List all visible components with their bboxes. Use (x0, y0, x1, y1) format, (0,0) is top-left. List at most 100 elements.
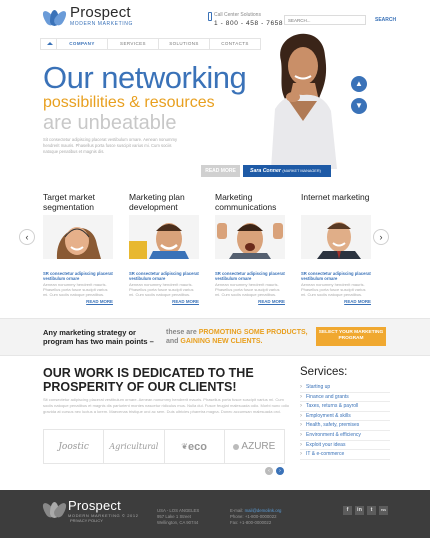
page: Prospect MODERN MARKETING Call Center So… (0, 0, 430, 538)
select-program-button[interactable]: SELECT YOUR MARKETING PROGRAM (316, 327, 386, 346)
leaf-icon: ❦ (181, 442, 188, 451)
hero-tagline: are unbeatable (43, 112, 177, 134)
fax-text: Fax: +1-800-0000022 (230, 520, 272, 525)
hero-body: Sit consectetur adipiscing placerat vest… (43, 137, 178, 154)
logo-tagline: MODERN MARKETING (70, 21, 133, 27)
column-text: Aenean nonummy hendrerit mauris. Phasell… (215, 282, 280, 297)
banner-question-text: Any marketing strategy or program has tw… (43, 328, 154, 346)
nav-company[interactable]: COMPANY (57, 39, 108, 49)
hero-woman-photo (271, 33, 337, 169)
call-label: Call Center Solutions (214, 12, 261, 18)
carousel-prev-button[interactable]: ‹ (19, 229, 35, 245)
partner-logo-text: eco (187, 440, 207, 453)
footer-logo-name: Prospect (68, 498, 121, 513)
partner-logo-eco[interactable]: ❦ eco (165, 430, 225, 463)
logos-next-button[interactable]: › (276, 467, 284, 475)
phone-icon (208, 12, 212, 21)
banner-answer-3: and (166, 338, 179, 345)
partner-logos: Joostic Agricultural ❦ eco AZURE (43, 429, 285, 464)
column-title: Marketing communications (215, 192, 277, 212)
column-read-more[interactable]: READ MORE (215, 299, 285, 304)
service-link[interactable]: Finance and grants (300, 393, 390, 403)
rss-icon[interactable]: rss (379, 506, 388, 515)
column-title: Internet marketing (301, 192, 370, 202)
column-text: Aenean nonummy hendrerit mauris. Phasell… (301, 282, 366, 297)
woman-headset-photo (43, 215, 113, 259)
dedicated-text: Sit consectetur adipiscing placerat vest… (43, 397, 289, 414)
column-title: Target market segmentation (43, 192, 95, 212)
column-text: Aenean nonummy hendrerit mauris. Phasell… (129, 282, 194, 297)
twitter-icon[interactable]: t (367, 506, 376, 515)
column-read-more[interactable]: READ MORE (301, 299, 371, 304)
partner-logo-text: Agricultural (109, 442, 159, 451)
partner-logo-azure[interactable]: AZURE (225, 430, 284, 463)
slider-down-button[interactable]: ▼ (351, 98, 367, 114)
footer-address: USA - LOS ANGELES 957 Lake 1 Street Well… (157, 508, 199, 526)
service-column-2: Marketing plan development SR consectetu… (129, 192, 199, 304)
caption-name: Sara Conner (250, 168, 281, 174)
excited-man-photo (215, 215, 285, 259)
column-lead: SR consectetur adipiscing placerat vesti… (43, 271, 113, 281)
services-list: Starting up Finance and grants Taxes, re… (300, 383, 390, 460)
partner-logo-text: Joostic (58, 441, 89, 452)
carousel-next-button[interactable]: › (373, 229, 389, 245)
caption-role: (MARKET MANAGER) (282, 169, 321, 173)
logo[interactable]: Prospect MODERN MARKETING (40, 4, 133, 27)
service-link[interactable]: Health, safety, premises (300, 421, 390, 431)
logos-prev-button[interactable]: ‹ (265, 467, 273, 475)
service-link[interactable]: Employment & skills (300, 412, 390, 422)
email-label: E-mail: (230, 508, 244, 513)
nav-services[interactable]: SERVICES (108, 39, 159, 49)
hero-read-more-button[interactable]: READ MORE (201, 165, 240, 177)
logo-name: Prospect (70, 4, 131, 21)
main-nav: COMPANY SERVICES SOLUTIONS CONTACTS (40, 38, 261, 50)
column-read-more[interactable]: READ MORE (129, 299, 199, 304)
slider-up-button[interactable]: ▲ (351, 76, 367, 92)
linkedin-icon[interactable]: in (355, 506, 364, 515)
service-link[interactable]: Starting up (300, 383, 390, 393)
partner-logo-agricultural[interactable]: Agricultural (104, 430, 165, 463)
smiling-man-photo (129, 215, 199, 259)
column-read-more[interactable]: READ MORE (43, 299, 113, 304)
footer: Prospect MODERN MARKETING © 2012 PRIVACY… (0, 490, 430, 538)
footer-contact: E-mail: mail@demolink.org Phone: +1-800-… (230, 508, 281, 526)
partner-logo-text: AZURE (241, 441, 276, 452)
banner-answer-4: GAINING NEW CLIENTS. (180, 338, 263, 345)
banner-answer-1: these are (166, 329, 197, 336)
service-link[interactable]: Environment & efficiency (300, 431, 390, 441)
hero-headline: Our networking (43, 60, 247, 95)
nav-contacts[interactable]: CONTACTS (210, 39, 261, 49)
footer-logo[interactable]: Prospect MODERN MARKETING © 2012 (40, 498, 139, 520)
dedicated-title: OUR WORK IS DEDICATED TO THE PROSPERITY … (43, 366, 254, 394)
partner-logo-joostic[interactable]: Joostic (44, 430, 105, 463)
column-lead: SR consectetur adipiscing placerat vesti… (215, 271, 285, 281)
lotus-logo-icon (40, 500, 69, 520)
banner-answer-2: PROMOTING SOME PRODUCTS, (198, 329, 308, 336)
dedicated-title-line2: PROSPERITY OF OUR CLIENTS! (43, 380, 237, 394)
home-icon[interactable] (40, 39, 57, 49)
banner-answer: these are PROMOTING SOME PRODUCTS, and G… (166, 328, 311, 346)
facebook-icon[interactable]: f (343, 506, 352, 515)
businessman-photo (301, 215, 371, 259)
column-lead: SR consectetur adipiscing placerat vesti… (129, 271, 199, 281)
service-column-3: Marketing communications SR consectetur … (215, 192, 285, 304)
slide-caption: Sara Conner (MARKET MANAGER) (243, 165, 331, 177)
nav-solutions[interactable]: SOLUTIONS (159, 39, 210, 49)
marketing-banner: Any marketing strategy or program has tw… (0, 318, 430, 356)
service-link[interactable]: Taxes, returns & payroll (300, 402, 390, 412)
column-text: Aenean nonummy hendrerit mauris. Phasell… (43, 282, 108, 297)
dedicated-title-line1: OUR WORK IS DEDICATED TO THE (43, 366, 254, 380)
email-link[interactable]: mail@demolink.org (245, 508, 282, 513)
service-link[interactable]: Exploit your ideas (300, 441, 390, 451)
column-lead: SR consectetur adipiscing placerat vesti… (301, 271, 371, 281)
lotus-logo-icon (40, 8, 69, 27)
azure-icon (233, 443, 240, 450)
column-title: Marketing plan development (129, 192, 185, 212)
service-column-1: Target market segmentation SR consectetu… (43, 192, 113, 304)
service-link[interactable]: IT & e-commerce (300, 450, 390, 460)
service-column-4: Internet marketing SR consectetur adipis… (301, 192, 371, 304)
hero-subheadline: possibilities & resources (43, 94, 215, 111)
search-button[interactable]: SEARCH (375, 17, 396, 23)
services-title: Services: (300, 366, 348, 378)
privacy-policy-link[interactable]: PRIVACY POLICY (70, 518, 103, 523)
